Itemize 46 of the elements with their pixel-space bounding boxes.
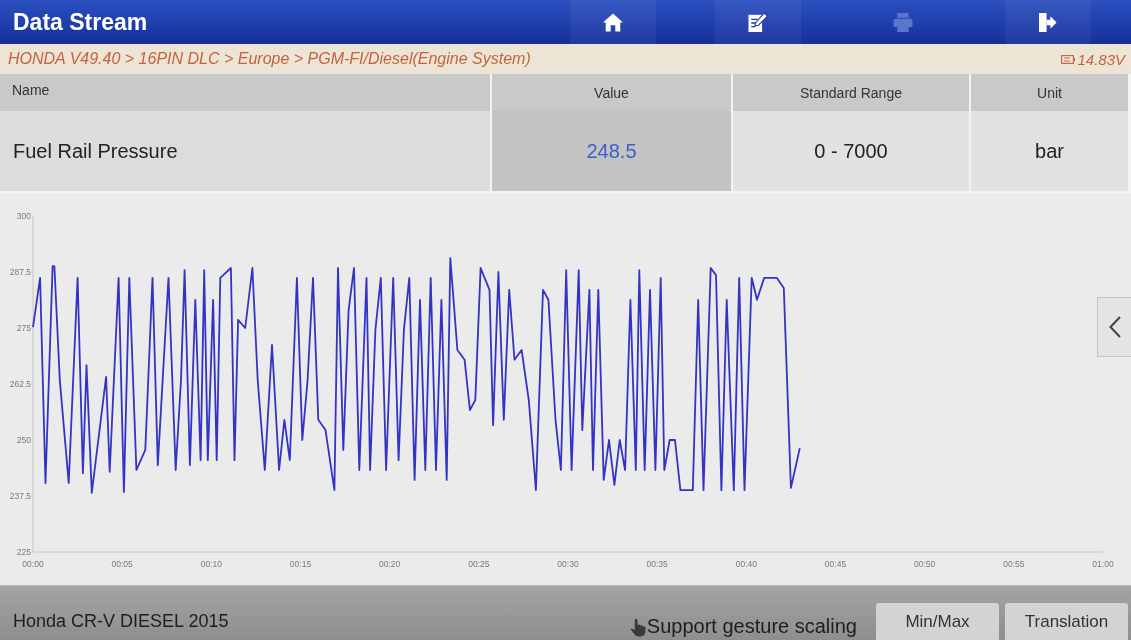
column-header: Value (492, 74, 731, 111)
table-cell: 248.5 (492, 111, 731, 191)
table-cell: bar (971, 111, 1128, 191)
breadcrumb-path: HONDA V49.40 > 16PIN DLC > Europe > PGM-FI/Diesel(Engine System) (8, 50, 531, 68)
vehicle-name: Honda CR-V DIESEL 2015 (12, 611, 229, 633)
footer-button[interactable]: Translation (1005, 603, 1128, 640)
y-axis-label: 237.5 (9, 491, 31, 501)
x-axis-label: 00:35 (646, 559, 668, 569)
x-axis-label: 01:00 (1092, 559, 1114, 569)
printer-icon (892, 12, 913, 32)
x-axis-label: 00:15 (289, 559, 312, 569)
x-axis-label: 00:40 (735, 559, 757, 569)
x-axis-label: 00:25 (468, 559, 490, 569)
notepad-pencil-icon (747, 12, 768, 32)
y-axis-label: 262.5 (9, 379, 31, 389)
x-axis-label: 00:05 (111, 559, 133, 569)
edit-button[interactable] (714, 0, 801, 44)
home-icon (602, 12, 623, 32)
voltage-reading: 14.83V (1077, 50, 1125, 68)
y-axis-label: 300 (16, 211, 31, 221)
screen-title: Data Stream (12, 8, 149, 36)
exit-door-icon (1037, 12, 1058, 32)
hand-icon (629, 618, 647, 637)
x-axis-label: 00:10 (200, 559, 222, 569)
battery-icon (1061, 54, 1076, 64)
y-axis-label: 225 (16, 547, 31, 557)
x-axis-label: 00:50 (914, 559, 936, 569)
x-axis-label: 00:30 (557, 559, 579, 569)
x-axis-label: 00:45 (824, 559, 847, 569)
x-axis-label: 00:55 (1003, 559, 1025, 569)
exit-button[interactable] (1004, 0, 1091, 44)
column-header: Unit (971, 74, 1128, 111)
y-axis-label: 287.5 (9, 267, 31, 277)
footer-button[interactable]: Min/Max (876, 603, 999, 640)
y-axis-label: 275 (16, 323, 31, 333)
table-cell: 0 - 7000 (733, 111, 969, 191)
x-axis-label: 00:00 (22, 559, 44, 569)
column-header: Name (0, 74, 490, 111)
table-cell: Fuel Rail Pressure (0, 111, 490, 191)
y-axis-label: 250 (16, 435, 31, 445)
x-axis-label: 00:20 (379, 559, 401, 569)
chevron-left-icon (1108, 316, 1121, 338)
gesture-hint: Support gesture scaling (646, 615, 857, 638)
side-panel-toggle[interactable] (1097, 297, 1131, 357)
home-button[interactable] (569, 0, 656, 44)
column-header: Standard Range (733, 74, 969, 111)
